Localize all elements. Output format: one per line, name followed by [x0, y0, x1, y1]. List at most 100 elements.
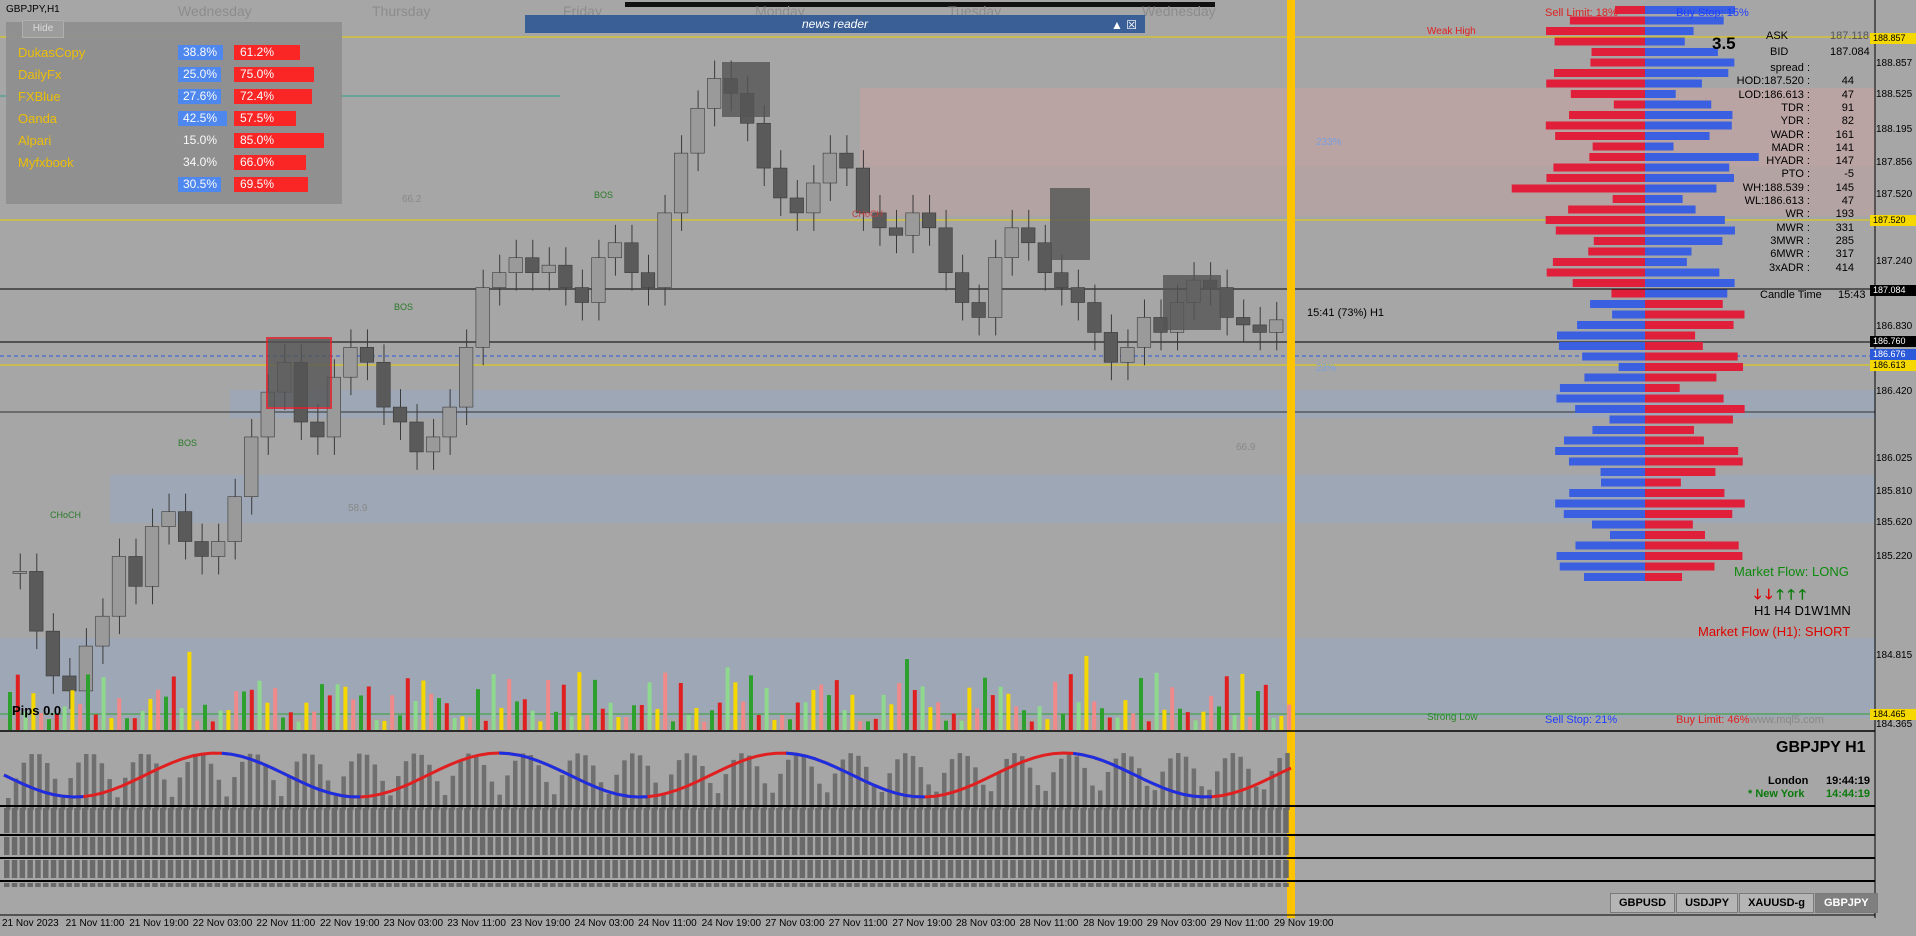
- strip-cell: [1096, 883, 1102, 887]
- strip-cell: [511, 808, 517, 833]
- strip-cell: [963, 837, 969, 855]
- strip-cell: [862, 860, 868, 878]
- strip-cell: [417, 837, 423, 855]
- strip-cell: [573, 837, 579, 855]
- strip-cell: [1049, 837, 1055, 855]
- strip-cell: [448, 808, 455, 833]
- price-tick: 188.525: [1876, 89, 1913, 100]
- strip-cell: [191, 808, 197, 833]
- strip-cell: [394, 860, 400, 878]
- strip-cell: [862, 808, 868, 833]
- histogram-bar: [201, 754, 206, 810]
- price-tick: 188.857: [1876, 58, 1913, 69]
- news-reader-controls-icon[interactable]: ▲ ☒: [1111, 16, 1137, 34]
- candle-body: [707, 78, 722, 109]
- strip-cell: [674, 837, 681, 855]
- strip-cell: [729, 808, 735, 833]
- strip-cell: [1080, 860, 1086, 878]
- histogram-bar: [1215, 771, 1220, 810]
- info-label: LOD:186.613 :: [1738, 88, 1810, 101]
- volume-bar: [546, 679, 551, 730]
- volume-bar: [593, 679, 597, 730]
- strip-cell: [1103, 883, 1110, 887]
- volume-bar: [530, 710, 535, 730]
- strip-cell: [940, 837, 946, 855]
- volume-bar: [249, 689, 254, 730]
- profile-bar-sell: [1553, 69, 1645, 77]
- volume-bar: [1084, 655, 1089, 730]
- strip-cell: [963, 860, 969, 878]
- strip-cell: [89, 883, 96, 887]
- strip-cell: [1181, 883, 1188, 887]
- tab-xauusd[interactable]: XAUUSD-g: [1739, 893, 1814, 913]
- candle-body: [574, 287, 589, 303]
- volume-bar: [725, 667, 730, 730]
- candle-body: [1120, 347, 1135, 363]
- strip-cell: [830, 837, 837, 855]
- strip-cell: [667, 883, 673, 887]
- strip-cell: [752, 837, 759, 855]
- buy-limit-label: Buy Limit: 46%: [1676, 714, 1750, 726]
- buy-percent: 38.8%: [178, 45, 223, 60]
- sentiment-row: FXBlue 27.6% 72.4%: [6, 86, 342, 106]
- strip-cell: [1088, 860, 1094, 878]
- strip-cell: [1088, 808, 1094, 833]
- strip-cell: [1096, 837, 1102, 855]
- strip-cell: [269, 883, 275, 887]
- strip-cell: [238, 883, 244, 887]
- strip-cell: [152, 837, 158, 855]
- symbol-title: GBPJPY,H1: [6, 4, 60, 15]
- strip-cell: [760, 808, 767, 833]
- volume-bar: [343, 686, 348, 730]
- strip-cell: [729, 883, 735, 887]
- strip-cell: [1181, 837, 1188, 855]
- strip-cell: [97, 860, 104, 878]
- strip-cell: [698, 837, 704, 855]
- volume-bar: [312, 711, 317, 730]
- strip-cell: [456, 808, 462, 833]
- hide-button[interactable]: Hide: [22, 20, 64, 38]
- volume-bar: [1279, 715, 1284, 730]
- strip-cell: [994, 883, 1001, 887]
- candle-body: [62, 675, 77, 692]
- news-reader-bar[interactable]: news reader ▲ ☒: [525, 15, 1145, 33]
- strip-cell: [19, 808, 26, 833]
- info-value: 141: [1835, 141, 1854, 154]
- histogram-bar: [1129, 756, 1134, 810]
- watermark-text: www.mql5.com: [1750, 714, 1824, 726]
- strip-cell: [1103, 860, 1110, 878]
- strip-cell: [35, 837, 41, 855]
- profile-bar-buy: [1584, 373, 1645, 382]
- tab-gbpusd[interactable]: GBPUSD: [1610, 893, 1676, 913]
- volume-bar: [62, 706, 67, 730]
- strip-cell: [1127, 860, 1133, 878]
- volume-bar: [382, 720, 387, 730]
- strip-cell: [667, 837, 673, 855]
- tab-usdjpy[interactable]: USDJPY: [1676, 893, 1739, 913]
- volume-bar: [522, 699, 527, 730]
- strip-cell: [456, 837, 462, 855]
- histogram-bar: [419, 754, 424, 810]
- strip-cell: [472, 883, 478, 887]
- profile-bar-buy: [1556, 552, 1645, 560]
- strip-cell: [1174, 808, 1180, 833]
- tab-gbpjpy[interactable]: GBPJPY: [1814, 893, 1878, 913]
- strip-cell: [1111, 883, 1118, 887]
- strip-cell: [347, 808, 353, 833]
- candle-body: [1087, 302, 1102, 333]
- histogram-bar: [965, 756, 970, 810]
- strip-cell: [542, 808, 548, 833]
- histogram-bar: [1285, 753, 1290, 810]
- candle-body: [508, 257, 523, 273]
- candle-body: [640, 272, 656, 288]
- strip-cell: [1259, 860, 1266, 878]
- candle-body: [657, 212, 672, 288]
- strip-cell: [511, 837, 517, 855]
- strip-cell: [222, 837, 228, 855]
- strip-cell: [1205, 860, 1211, 878]
- strip-cell: [729, 837, 735, 855]
- strip-cell: [776, 883, 782, 887]
- strip-cell: [620, 883, 626, 887]
- price-tick: 187.520: [1876, 189, 1913, 200]
- histogram-bar: [146, 754, 151, 810]
